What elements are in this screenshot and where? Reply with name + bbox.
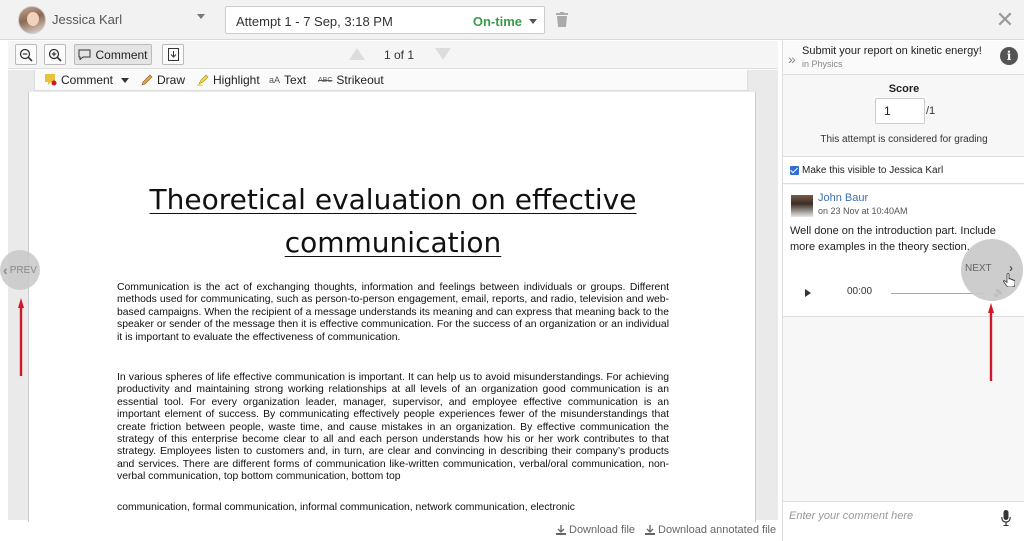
document-viewer: Theoretical evaluation on effective comm…: [8, 70, 778, 522]
top-bar: Jessica Karl Attempt 1 - 7 Sep, 3:18 PM …: [0, 0, 1024, 40]
comment-tool[interactable]: Comment: [45, 73, 130, 87]
comment-date: on 23 Nov at 10:40AM: [818, 206, 908, 216]
document-title: Theoretical evaluation on effective comm…: [29, 178, 755, 264]
student-avatar: [18, 6, 46, 34]
chevron-left-icon: ‹: [3, 262, 8, 278]
download-file-label: Download file: [569, 524, 636, 536]
student-name[interactable]: Jessica Karl: [52, 12, 122, 27]
microphone-icon[interactable]: [1001, 510, 1011, 526]
download-icon: [556, 525, 566, 535]
teacher-avatar: [791, 195, 813, 217]
zoom-out-button[interactable]: [15, 44, 37, 65]
audio-progress[interactable]: [891, 293, 983, 294]
comment-tool-label: Comment: [61, 73, 114, 87]
assignment-header: » Submit your report on kinetic energy! …: [783, 41, 1024, 75]
red-arrow-annotation: [18, 298, 24, 376]
download-file-link[interactable]: Download file: [556, 524, 635, 536]
document-paragraph: communication, formal communication, inf…: [117, 502, 575, 513]
chevron-down-icon[interactable]: [197, 14, 205, 19]
strikeout-icon: ABC: [318, 76, 333, 84]
strikeout-tool-label: Strikeout: [336, 73, 384, 87]
previous-page-button[interactable]: [349, 48, 365, 60]
next-submission-button[interactable]: NEXT ›: [961, 239, 1023, 301]
hand-cursor-icon: [1003, 273, 1015, 287]
zoom-in-icon: [48, 48, 62, 62]
assignment-subject: in Physics: [802, 59, 843, 69]
audio-time: 00:00: [847, 286, 873, 297]
comment-mode-button[interactable]: Comment: [74, 44, 152, 65]
document-toolbar: Comment 1 of 1: [8, 41, 778, 69]
draw-tool[interactable]: Draw: [141, 73, 185, 87]
info-icon[interactable]: i: [1000, 47, 1018, 65]
comment-input-placeholder[interactable]: Enter your comment here: [789, 510, 913, 522]
chevron-down-icon[interactable]: [121, 77, 130, 83]
pencil-icon: [141, 74, 153, 86]
visible-checkbox[interactable]: [790, 166, 799, 175]
red-arrow-annotation: [988, 303, 994, 381]
document-paragraph: In various spheres of life effective com…: [117, 372, 669, 483]
download-page-button[interactable]: [162, 44, 184, 65]
attempt-label: Attempt 1 - 7 Sep, 3:18 PM: [236, 14, 393, 29]
chevron-down-icon: [529, 19, 537, 24]
comment-author[interactable]: John Baur: [818, 192, 868, 204]
expand-panel-icon[interactable]: »: [788, 51, 796, 67]
grading-panel: » Submit your report on kinetic energy! …: [782, 41, 1024, 541]
grading-note: This attempt is considered for grading: [820, 134, 988, 145]
comment-mode-label: Comment: [95, 47, 148, 62]
assignment-title: Submit your report on kinetic energy!: [802, 45, 982, 57]
score-label: Score: [888, 83, 920, 95]
page-indicator: 1 of 1: [384, 48, 415, 62]
document-title-line1: Theoretical evaluation on effective: [149, 183, 637, 216]
next-label: NEXT: [965, 263, 992, 274]
text-tool-label: Text: [284, 73, 307, 87]
prev-label: PREV: [9, 264, 37, 276]
play-icon[interactable]: [805, 289, 811, 297]
close-icon[interactable]: ✕: [994, 9, 1016, 31]
prev-submission-button[interactable]: ‹ PREV: [0, 250, 40, 290]
next-page-button[interactable]: [435, 48, 451, 60]
highlighter-icon: [197, 74, 209, 86]
attempt-select[interactable]: Attempt 1 - 7 Sep, 3:18 PM On-time: [225, 6, 545, 34]
status-badge: On-time: [472, 14, 522, 29]
comment-composer[interactable]: Enter your comment here: [783, 501, 1024, 541]
draw-tool-label: Draw: [157, 73, 186, 87]
text-size-icon: aA: [269, 75, 281, 85]
visible-label[interactable]: Make this visible to Jessica Karl: [802, 165, 943, 176]
download-icon: [645, 525, 656, 535]
highlight-tool[interactable]: Highlight: [197, 73, 260, 87]
trash-icon[interactable]: [556, 12, 568, 27]
strikeout-tool[interactable]: ABC Strikeout: [318, 73, 384, 87]
speech-bubble-icon: [78, 49, 91, 60]
comment-pin-icon: [45, 74, 57, 86]
visibility-row: Make this visible to Jessica Karl: [783, 156, 1024, 184]
download-annotated-label: Download annotated file: [658, 524, 777, 536]
score-max: /1: [926, 105, 936, 117]
document-title-line2: communication: [284, 226, 502, 259]
highlight-tool-label: Highlight: [213, 73, 260, 87]
document-paragraph: Communication is the act of exchanging t…: [117, 282, 669, 343]
annotation-toolbar: Comment Draw Highlight aA Text ABC Strik…: [34, 70, 748, 91]
score-input[interactable]: 1: [875, 98, 925, 124]
download-annotated-link[interactable]: Download annotated file: [645, 524, 776, 536]
document-page: Theoretical evaluation on effective comm…: [28, 92, 756, 522]
file-download-icon: [167, 48, 179, 61]
download-links: Download file Download annotated file: [556, 524, 776, 536]
zoom-in-button[interactable]: [44, 44, 66, 65]
zoom-out-icon: [19, 48, 33, 62]
text-tool[interactable]: aA Text: [269, 73, 306, 87]
